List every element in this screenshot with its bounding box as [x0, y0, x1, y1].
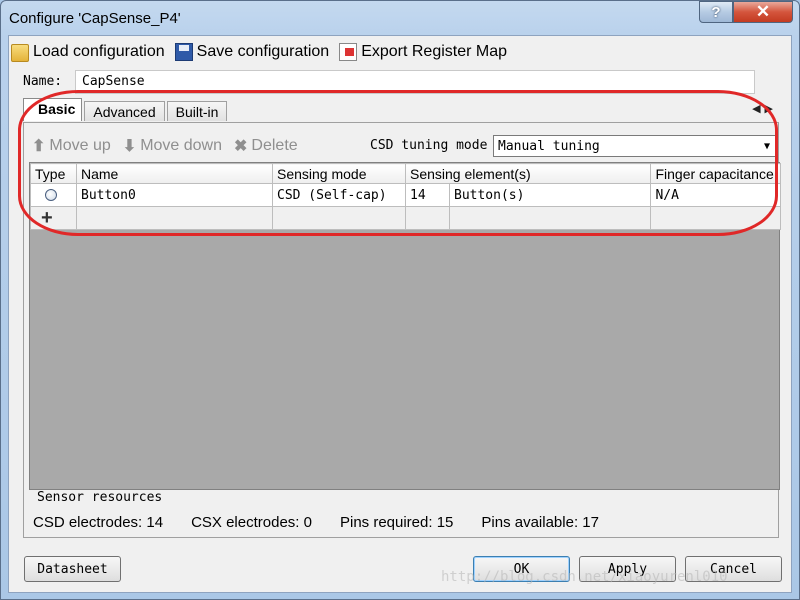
folder-open-icon: [11, 44, 29, 62]
tab-scroll-arrows: ◀▶: [752, 102, 777, 115]
empty-cell: [272, 206, 406, 230]
empty-cell: [76, 206, 273, 230]
pins-available-text: Pins available: 17: [481, 514, 599, 531]
basic-tab-panel: ⬆ Move up ⬇ Move down ✖ Delete CSD tunin…: [23, 122, 781, 538]
widget-grid[interactable]: Type Name Sensing mode Sensing element(s…: [29, 162, 781, 490]
tab-basic[interactable]: Basic: [23, 98, 83, 121]
empty-cell: [405, 206, 450, 230]
csd-tuning-mode-value: Manual tuning: [498, 138, 600, 154]
column-header-type[interactable]: Type: [30, 163, 77, 184]
add-widget-row[interactable]: +: [30, 206, 781, 230]
load-configuration-label: Load configuration: [33, 43, 165, 60]
arrow-up-icon: ⬆: [32, 138, 46, 155]
sensor-resources-summary: CSD electrodes: 14 CSX electrodes: 0 Pin…: [33, 514, 627, 531]
export-icon: [339, 43, 358, 61]
sensing-mode-cell[interactable]: CSD (Self-cap): [272, 183, 406, 207]
export-register-map-label: Export Register Map: [361, 43, 508, 60]
element-count-cell[interactable]: 14: [405, 183, 450, 207]
table-row[interactable]: Button0 CSD (Self-cap) 14 Button(s) N/A: [30, 183, 781, 207]
datasheet-button[interactable]: Datasheet: [24, 556, 121, 582]
window-title: Configure 'CapSense_P4': [9, 10, 181, 27]
csd-tuning-mode-select[interactable]: Manual tuning ▼: [493, 135, 777, 157]
csd-electrodes-text: CSD electrodes: 14: [33, 514, 164, 531]
empty-cell: [448, 206, 652, 230]
close-button[interactable]: ✕: [733, 1, 793, 23]
empty-cell: [650, 206, 781, 230]
tab-scroll-right-icon[interactable]: ▶: [765, 103, 777, 115]
sensor-resources-title: Sensor resources: [35, 490, 165, 505]
help-icon: ?: [711, 3, 721, 21]
type-cell[interactable]: [30, 183, 77, 207]
ok-button[interactable]: OK: [473, 556, 570, 582]
move-up-button[interactable]: ⬆ Move up: [32, 136, 111, 156]
table-header-row: Type Name Sensing mode Sensing element(s…: [30, 163, 781, 184]
load-configuration-button[interactable]: Load configuration: [11, 43, 165, 62]
title-bar[interactable]: Configure 'CapSense_P4' ? ✕: [1, 1, 799, 35]
delete-button[interactable]: ✖ Delete: [234, 136, 298, 156]
csx-electrodes-text: CSX electrodes: 0: [191, 514, 312, 531]
main-toolbar: Load configuration Save configuration Ex…: [11, 39, 517, 65]
chevron-down-icon: ▼: [763, 140, 770, 152]
move-up-label: Move up: [49, 137, 111, 154]
name-label: Name:: [23, 74, 63, 89]
button-widget-icon: [45, 189, 57, 201]
column-header-finger-capacitance[interactable]: Finger capacitance: [650, 163, 781, 184]
save-configuration-button[interactable]: Save configuration: [174, 43, 330, 61]
export-register-map-button[interactable]: Export Register Map: [339, 43, 507, 61]
floppy-disk-icon: [174, 43, 193, 61]
tab-scroll-left-icon[interactable]: ◀: [752, 103, 764, 115]
cancel-button[interactable]: Cancel: [685, 556, 782, 582]
csd-tuning-mode-label: CSD tuning mode: [370, 138, 488, 153]
add-widget-button[interactable]: +: [30, 206, 77, 230]
tab-advanced[interactable]: Advanced: [84, 101, 165, 121]
dialog-client: Load configuration Save configuration Ex…: [8, 35, 792, 593]
plus-icon: +: [41, 207, 53, 229]
save-configuration-label: Save configuration: [196, 43, 330, 60]
tab-strip: Basic Advanced Built-in: [23, 98, 229, 121]
finger-capacitance-cell[interactable]: N/A: [650, 183, 781, 207]
apply-button[interactable]: Apply: [579, 556, 676, 582]
column-header-sensing-mode[interactable]: Sensing mode: [272, 163, 406, 184]
pins-required-text: Pins required: 15: [339, 514, 454, 531]
sensor-resources-group: Sensor resources CSD electrodes: 14 CSX …: [23, 490, 779, 536]
delete-label: Delete: [251, 137, 298, 154]
column-header-sensing-elements[interactable]: Sensing element(s): [404, 163, 652, 184]
column-header-name[interactable]: Name: [76, 163, 273, 184]
help-button[interactable]: ?: [699, 1, 733, 23]
name-cell[interactable]: Button0: [76, 183, 273, 207]
widget-table: Type Name Sensing mode Sensing element(s…: [30, 163, 781, 230]
widget-toolbar: ⬆ Move up ⬇ Move down ✖ Delete: [32, 135, 310, 157]
arrow-down-icon: ⬇: [122, 138, 137, 155]
move-down-label: Move down: [140, 137, 223, 154]
tab-built-in[interactable]: Built-in: [166, 101, 228, 121]
move-down-button[interactable]: ⬇ Move down: [123, 136, 222, 156]
delete-x-icon: ✖: [234, 138, 248, 155]
close-icon: ✕: [755, 2, 771, 21]
element-type-cell[interactable]: Button(s): [448, 183, 652, 207]
configure-dialog: Configure 'CapSense_P4' ? ✕ Load configu…: [0, 0, 800, 600]
name-input[interactable]: CapSense: [75, 70, 755, 94]
